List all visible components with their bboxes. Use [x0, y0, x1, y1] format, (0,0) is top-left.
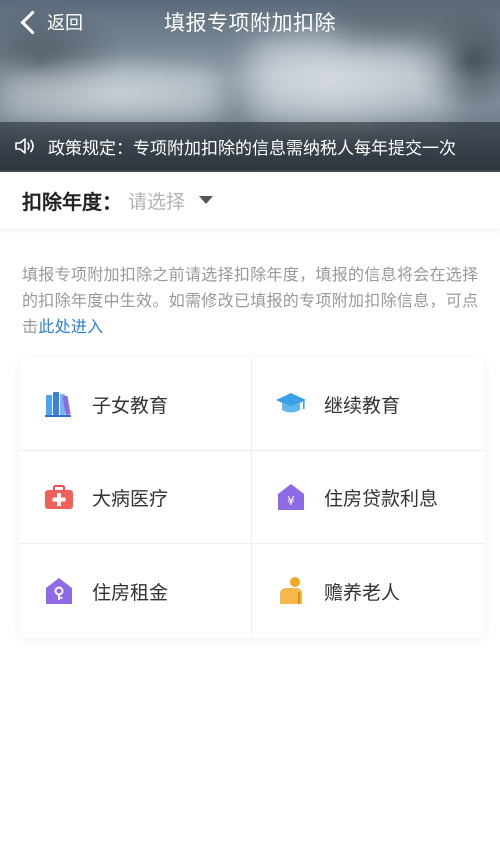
- books-icon: [45, 392, 71, 417]
- svg-text:¥: ¥: [287, 494, 295, 508]
- category-label: 赡养老人: [324, 581, 401, 604]
- description-text: 填报专项附加扣除之前请选择扣除年度，填报的信息将会在选择的扣除年度中生效。如需修…: [22, 262, 482, 340]
- graduation-cap-icon: [276, 393, 306, 413]
- category-label: 住房贷款利息: [324, 487, 439, 510]
- house-key-icon: [46, 578, 72, 604]
- policy-notice-text: 政策规定：专项附加扣除的信息需纳税人每年提交一次: [48, 138, 456, 159]
- category-housing-rent[interactable]: 住房租金: [20, 544, 252, 638]
- category-children-education[interactable]: 子女教育: [20, 358, 252, 451]
- category-continuing-education[interactable]: 继续教育: [252, 358, 484, 451]
- deduction-year-placeholder: 请选择: [128, 190, 186, 213]
- category-serious-illness[interactable]: 大病医疗: [20, 451, 252, 544]
- speaker-icon: [15, 138, 34, 154]
- page-title: 填报专项附加扣除: [164, 11, 336, 35]
- navigation-bar: 返回 填报专项附加扣除: [0, 0, 500, 44]
- deduction-year-row: 扣除年度： 请选择: [0, 172, 500, 228]
- deduction-year-select[interactable]: 请选择: [128, 187, 214, 214]
- category-label: 子女教育: [92, 394, 169, 417]
- house-yuan-icon: ¥: [278, 484, 304, 510]
- category-elderly-support[interactable]: 赡养老人: [252, 544, 484, 638]
- medical-kit-icon: [45, 485, 73, 509]
- elderly-person-icon: [280, 577, 302, 604]
- category-label: 继续教育: [324, 394, 401, 417]
- category-label: 住房租金: [92, 581, 169, 604]
- dropdown-arrow-icon: [199, 196, 214, 204]
- edit-entry-link[interactable]: 此处进入: [38, 317, 103, 336]
- category-label: 大病医疗: [92, 487, 169, 510]
- policy-notice-bar: 政策规定：专项附加扣除的信息需纳税人每年提交一次: [0, 122, 500, 170]
- category-housing-loan-interest[interactable]: ¥ 住房贷款利息: [252, 451, 484, 544]
- deduction-year-label: 扣除年度：: [22, 189, 122, 214]
- deduction-category-grid: 子女教育 继续教育 大病医疗 ¥ 住房贷款利息 住房租金 赡养老人: [20, 358, 484, 638]
